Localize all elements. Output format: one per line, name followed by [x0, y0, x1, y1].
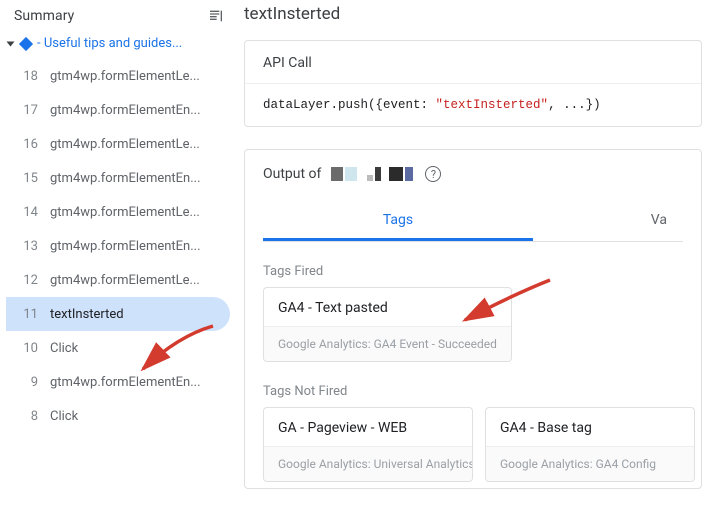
output-of-label: Output of: [263, 166, 321, 182]
sidebar-item[interactable]: 15 gtm4wp.formElementEn...: [6, 161, 230, 195]
sidebar-item-label: gtm4wp.formElementLe...: [50, 205, 200, 220]
api-call-header: API Call: [245, 41, 701, 84]
sidebar-item-index: 12: [16, 273, 38, 288]
page-title: textInsterted: [244, 4, 702, 24]
sidebar-group-label: - Useful tips and guides...: [37, 36, 182, 51]
api-call-card: API Call dataLayer.push({event: "textIns…: [244, 40, 702, 127]
tag-card[interactable]: GA4 - Text pastedGoogle Analytics: GA4 E…: [263, 287, 512, 362]
sidebar-item[interactable]: 11 textInsterted: [6, 297, 230, 331]
sidebar-item-index: 10: [16, 341, 38, 356]
diamond-icon: [19, 36, 33, 50]
sidebar-item-index: 9: [16, 375, 38, 390]
sidebar-item-index: 15: [16, 171, 38, 186]
sidebar-item[interactable]: 17 gtm4wp.formElementEn...: [6, 93, 230, 127]
sidebar-item[interactable]: 16 gtm4wp.formElementLe...: [6, 127, 230, 161]
sidebar-item-label: gtm4wp.formElementLe...: [50, 69, 200, 84]
sidebar-item-index: 17: [16, 103, 38, 118]
sidebar-item-label: Click: [50, 341, 78, 356]
sidebar-item[interactable]: 14 gtm4wp.formElementLe...: [6, 195, 230, 229]
tag-meta: Google Analytics: GA4 Config: [486, 446, 694, 481]
sidebar-group[interactable]: - Useful tips and guides...: [6, 34, 230, 53]
notes-icon[interactable]: [208, 8, 224, 24]
sidebar-item-index: 16: [16, 137, 38, 152]
help-icon[interactable]: ?: [425, 166, 441, 182]
tags-fired-label: Tags Fired: [263, 264, 683, 279]
sidebar-item-label: Click: [50, 409, 78, 424]
output-card: Output of ? Tags Va Tags Fired GA4: [244, 149, 702, 489]
tag-card[interactable]: GA4 - Base tagGoogle Analytics: GA4 Conf…: [485, 407, 695, 482]
tag-name: GA4 - Text pasted: [264, 288, 511, 326]
tag-meta: Google Analytics: GA4 Event - Succeeded: [264, 326, 511, 361]
sidebar-item-index: 8: [16, 409, 38, 424]
sidebar-item-index: 11: [16, 307, 38, 322]
caret-down-icon: [7, 41, 15, 46]
output-header: Output of ?: [263, 166, 683, 182]
tab-variables[interactable]: Va: [647, 202, 667, 241]
sidebar-item-label: gtm4wp.formElementEn...: [50, 171, 201, 186]
sidebar-item-index: 13: [16, 239, 38, 254]
main-panel: textInsterted API Call dataLayer.push({e…: [230, 0, 702, 489]
tag-meta: Google Analytics: Universal Analytics: [264, 446, 472, 481]
sidebar-item[interactable]: 8 Click: [6, 399, 230, 433]
sidebar-item-label: textInsterted: [50, 307, 124, 322]
sidebar-item[interactable]: 18 gtm4wp.formElementLe...: [6, 59, 230, 93]
sidebar-summary[interactable]: Summary: [6, 6, 230, 34]
sidebar-item-label: gtm4wp.formElementEn...: [50, 103, 201, 118]
tab-tags[interactable]: Tags: [263, 202, 533, 241]
tag-name: GA4 - Base tag: [486, 408, 694, 446]
sidebar-event-list: 18 gtm4wp.formElementLe... 17 gtm4wp.formEl…: [6, 59, 230, 433]
container-id-redacted: [331, 167, 413, 181]
sidebar: Summary - Useful tips and guides... 18 gt…: [0, 0, 230, 489]
tag-card[interactable]: GA - Pageview - WEBGoogle Analytics: Uni…: [263, 407, 473, 482]
sidebar-item-label: gtm4wp.formElementLe...: [50, 137, 200, 152]
sidebar-item-label: gtm4wp.formElementEn...: [50, 375, 201, 390]
sidebar-item[interactable]: 9 gtm4wp.formElementEn...: [6, 365, 230, 399]
tags-not-fired-list: GA - Pageview - WEBGoogle Analytics: Uni…: [263, 407, 683, 482]
sidebar-item[interactable]: 10 Click: [6, 331, 230, 365]
tag-name: GA - Pageview - WEB: [264, 408, 472, 446]
summary-label: Summary: [14, 8, 74, 24]
sidebar-item-index: 18: [16, 69, 38, 84]
tags-not-fired-label: Tags Not Fired: [263, 384, 683, 399]
sidebar-item[interactable]: 12 gtm4wp.formElementLe...: [6, 263, 230, 297]
sidebar-item-label: gtm4wp.formElementEn...: [50, 239, 201, 254]
sidebar-item-index: 14: [16, 205, 38, 220]
api-call-code: dataLayer.push({event: "textInsterted", …: [245, 84, 701, 126]
output-tabs: Tags Va: [263, 202, 683, 242]
sidebar-item-label: gtm4wp.formElementLe...: [50, 273, 200, 288]
tags-fired-list: GA4 - Text pastedGoogle Analytics: GA4 E…: [263, 287, 683, 362]
sidebar-item[interactable]: 13 gtm4wp.formElementEn...: [6, 229, 230, 263]
